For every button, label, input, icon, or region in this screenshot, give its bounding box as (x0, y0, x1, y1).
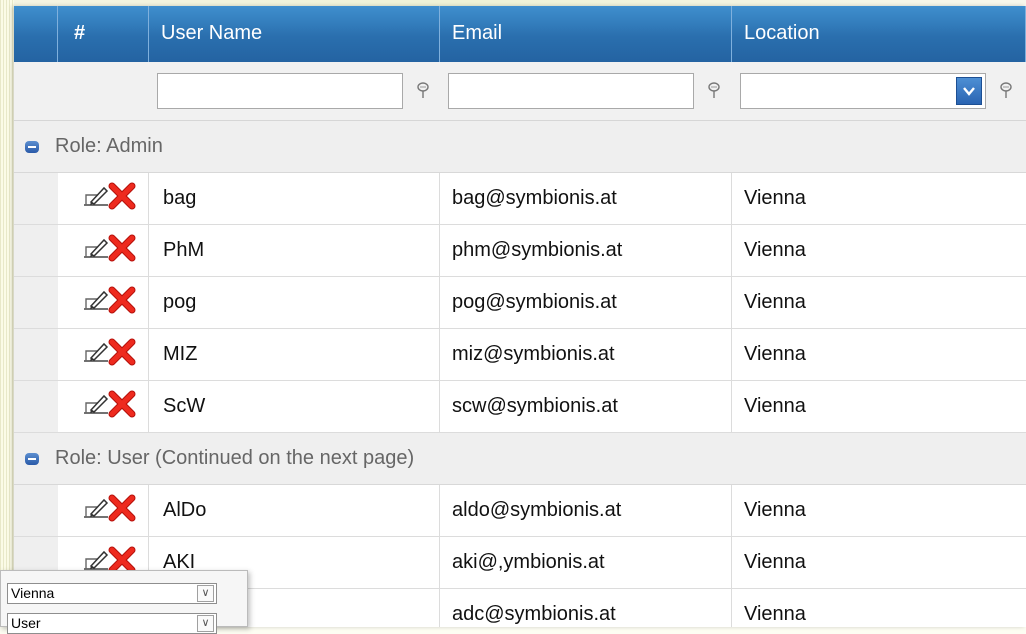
group-row: Role: Admin (14, 121, 1026, 173)
row-expand-cell (14, 381, 58, 432)
delete-x-icon[interactable] (108, 390, 137, 424)
location-cell: Vienna (744, 187, 806, 209)
header-number: # (58, 6, 149, 62)
row-command-cell (58, 173, 149, 224)
chevron-down-icon[interactable]: ∨ (197, 615, 214, 632)
chevron-down-icon[interactable] (956, 77, 982, 105)
edit-pencil-icon[interactable] (82, 391, 110, 423)
location-cell: Vienna (744, 603, 806, 625)
user-name-cell: AlDo (149, 485, 440, 536)
row-command-cell (58, 485, 149, 536)
user-name-cell: pog (149, 277, 440, 328)
filter-icon[interactable] (996, 80, 1016, 102)
user-name-cell: bag (149, 173, 440, 224)
email-cell: adc@symbionis.at (440, 589, 732, 627)
row-expand-cell (14, 329, 58, 380)
group-label: Role: User (Continued on the next page) (55, 447, 415, 469)
location-cell: Vienna (744, 291, 806, 313)
group-row: Role: User (Continued on the next page) (14, 433, 1026, 485)
filter-spacer (14, 62, 58, 120)
collapse-minus-icon[interactable] (25, 140, 39, 153)
header-expand-column (14, 6, 58, 62)
delete-x-icon[interactable] (108, 182, 137, 216)
location-filter-combo[interactable] (740, 73, 986, 109)
table-row[interactable]: PhM phm@symbionis.at Vienna (14, 225, 1026, 277)
edit-pencil-icon[interactable] (82, 183, 110, 215)
row-expand-cell (14, 485, 58, 536)
user-name-cell: PhM (149, 225, 440, 276)
row-expand-cell (14, 225, 58, 276)
delete-x-icon[interactable] (108, 338, 137, 372)
grid-body: Role: Admin bag bag@symbionis.at Vienna PhM p… (14, 121, 1026, 627)
location-cell: Vienna (744, 551, 806, 573)
email-cell: aldo@symbionis.at (440, 485, 732, 536)
user-name-filter-input[interactable] (157, 73, 403, 109)
edit-pencil-icon[interactable] (82, 287, 110, 319)
header-location[interactable]: Location (732, 6, 1026, 62)
collapse-minus-icon[interactable] (25, 452, 39, 465)
filter-spacer-cmd (58, 62, 149, 120)
group-label: Role: Admin (55, 135, 163, 157)
user-name-cell: ScW (149, 381, 440, 432)
table-row[interactable]: pog pog@symbionis.at Vienna (14, 277, 1026, 329)
delete-x-icon[interactable] (108, 494, 137, 528)
email-cell: aki@,ymbionis.at (440, 537, 732, 588)
filter-cell-user (149, 62, 440, 120)
email-cell: pog@symbionis.at (440, 277, 732, 328)
location-cell: Vienna (744, 343, 806, 365)
filter-cell-location (732, 62, 1026, 120)
location-cell: Vienna (744, 499, 806, 521)
location-cell: Vienna (744, 239, 806, 261)
chevron-down-icon[interactable]: ∨ (197, 585, 214, 602)
table-row[interactable]: MIZ miz@symbionis.at Vienna (14, 329, 1026, 381)
row-command-cell (58, 329, 149, 380)
location-select[interactable]: Vienna ∨ (7, 583, 217, 604)
email-cell: scw@symbionis.at (440, 381, 732, 432)
delete-x-icon[interactable] (108, 286, 137, 320)
email-cell: phm@symbionis.at (440, 225, 732, 276)
edit-form-popup: Vienna ∨ User ∨ (0, 570, 248, 634)
header-email[interactable]: Email (440, 6, 732, 62)
location-select-value: Vienna (11, 585, 55, 601)
row-command-cell (58, 277, 149, 328)
edit-pencil-icon[interactable] (82, 495, 110, 527)
grid-header-row: # User Name Email Location (14, 6, 1026, 62)
row-command-cell (58, 225, 149, 276)
row-command-cell (58, 381, 149, 432)
email-cell: bag@symbionis.at (440, 173, 732, 224)
table-row[interactable]: AlDo aldo@symbionis.at Vienna (14, 485, 1026, 537)
filter-cell-email (440, 62, 732, 120)
table-row[interactable]: bag bag@symbionis.at Vienna (14, 173, 1026, 225)
table-row[interactable]: ScW scw@symbionis.at Vienna (14, 381, 1026, 433)
grid-filter-row (14, 62, 1026, 121)
email-cell: miz@symbionis.at (440, 329, 732, 380)
role-select[interactable]: User ∨ (7, 613, 217, 634)
delete-x-icon[interactable] (108, 234, 137, 268)
filter-icon[interactable] (704, 80, 724, 102)
users-grid: # User Name Email Location Role: Admin b… (14, 6, 1026, 627)
row-expand-cell (14, 173, 58, 224)
email-filter-input[interactable] (448, 73, 694, 109)
filter-icon[interactable] (413, 80, 433, 102)
page-background-stripes (0, 0, 14, 627)
edit-pencil-icon[interactable] (82, 235, 110, 267)
edit-pencil-icon[interactable] (82, 339, 110, 371)
header-user-name[interactable]: User Name (149, 6, 440, 62)
location-cell: Vienna (744, 395, 806, 417)
role-select-value: User (11, 615, 41, 631)
row-expand-cell (14, 277, 58, 328)
user-name-cell: MIZ (149, 329, 440, 380)
